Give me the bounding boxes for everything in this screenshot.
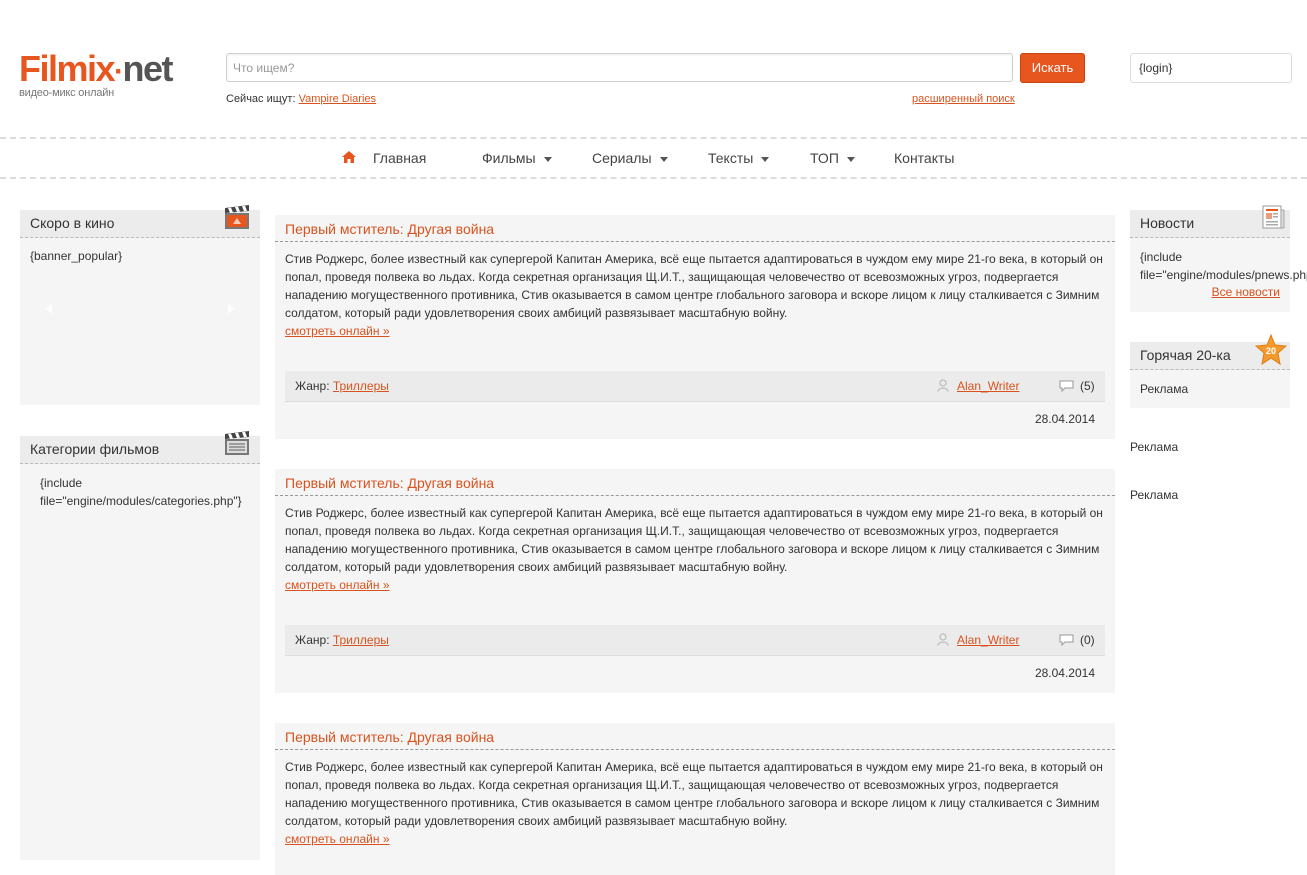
nav-item-home[interactable]: Главная xyxy=(373,150,426,166)
nav-divider-top xyxy=(0,137,1307,139)
advanced-search-link[interactable]: расширенный поиск xyxy=(912,93,1015,105)
post-card: Первый мститель: Другая война Стив Родже… xyxy=(275,469,1115,693)
watch-online-link[interactable]: смотреть онлайн » xyxy=(285,830,1105,848)
logo-text-net: net xyxy=(122,48,174,89)
coming-soon-title: Скоро в кино xyxy=(30,215,115,231)
post-card: Первый мститель: Другая война Стив Родже… xyxy=(275,723,1115,875)
post-date: 28.04.2014 xyxy=(1034,412,1095,426)
categories-body: {include file="engine/modules/categories… xyxy=(40,476,242,508)
arrow-left-icon[interactable] xyxy=(46,304,54,314)
now-searching-link[interactable]: Vampire Diaries xyxy=(299,93,376,105)
caret-down-icon xyxy=(659,156,668,162)
post-text: Стив Роджерс, более известный как суперг… xyxy=(275,496,1115,594)
hot-20-badge-text: 20 xyxy=(1266,346,1276,356)
news-block: Новости {include file="engine/modules/pn… xyxy=(1130,205,1307,312)
news-header: Новости xyxy=(1130,205,1290,238)
post-description: Стив Роджерс, более известный как суперг… xyxy=(285,506,1103,574)
now-searching: Сейчас ищут: Vampire Diaries xyxy=(226,93,376,105)
all-news-link[interactable]: Все новости xyxy=(1212,285,1280,299)
hot-20-block: Горячая 20-ка 20 Реклама xyxy=(1130,334,1290,408)
comment-count[interactable]: (0) xyxy=(1080,625,1095,655)
comment-count[interactable]: (5) xyxy=(1080,371,1095,401)
logo-dot: · xyxy=(114,55,124,88)
coming-soon-block: Скоро в кино {banner_popular} xyxy=(20,205,260,405)
author-link[interactable]: Alan_Writer xyxy=(957,371,1019,401)
now-searching-label: Сейчас ищут: xyxy=(226,93,296,105)
nav-item-texts[interactable]: Тексты xyxy=(708,150,770,166)
hot-20-ad: Реклама xyxy=(1140,382,1189,396)
caret-down-icon xyxy=(761,156,770,162)
post-title[interactable]: Первый мститель: Другая война xyxy=(275,215,1115,242)
hot-20-header: Горячая 20-ка 20 xyxy=(1130,334,1290,370)
author-link[interactable]: Alan_Writer xyxy=(957,625,1019,655)
post-date: 28.04.2014 xyxy=(1034,666,1095,680)
watch-online-link[interactable]: смотреть онлайн » xyxy=(285,322,1105,340)
user-icon xyxy=(937,379,949,392)
coming-soon-header: Скоро в кино xyxy=(20,205,260,238)
post-title[interactable]: Первый мститель: Другая война xyxy=(275,469,1115,496)
caret-down-icon xyxy=(846,156,855,162)
user-icon xyxy=(937,633,949,646)
post-genre: Жанр: Триллеры xyxy=(295,625,389,655)
post-title[interactable]: Первый мститель: Другая война xyxy=(275,723,1115,750)
news-title: Новости xyxy=(1140,215,1195,231)
comment-icon xyxy=(1059,380,1074,392)
site-logo[interactable]: Filmix·net видео-микс онлайн xyxy=(19,48,174,100)
nav-item-label: Контакты xyxy=(894,150,955,166)
caret-down-icon xyxy=(543,156,552,162)
nav-item-top[interactable]: ТОП xyxy=(810,150,855,166)
genre-label: Жанр: xyxy=(295,633,330,647)
nav-item-label: Фильмы xyxy=(482,150,536,166)
login-field[interactable]: {login} xyxy=(1130,53,1292,83)
search-button[interactable]: Искать xyxy=(1020,53,1085,83)
nav-item-label: ТОП xyxy=(810,150,839,166)
categories-header: Категории фильмов xyxy=(20,431,260,464)
hot-20-title: Горячая 20-ка xyxy=(1140,347,1231,363)
watch-online-link[interactable]: смотреть онлайн » xyxy=(285,576,1105,594)
clapperboard-icon xyxy=(225,205,249,229)
nav-item-label: Главная xyxy=(373,150,427,166)
genre-link[interactable]: Триллеры xyxy=(333,633,389,647)
news-icon xyxy=(1262,205,1285,229)
post-text: Стив Роджерс, более известный как суперг… xyxy=(275,242,1115,340)
clapperboard-icon xyxy=(225,431,249,455)
search-input[interactable] xyxy=(226,53,1013,82)
post-meta-bar: Жанр: Триллеры Alan_Writer (0) xyxy=(285,625,1105,656)
comment-icon xyxy=(1059,634,1074,646)
post-meta-bar: Жанр: Триллеры Alan_Writer (5) xyxy=(285,371,1105,402)
logo-text-filmix: Filmix xyxy=(19,48,116,89)
nav-item-label: Сериалы xyxy=(592,150,652,166)
categories-title: Категории фильмов xyxy=(30,441,160,457)
arrow-right-icon[interactable] xyxy=(226,304,234,314)
genre-link[interactable]: Триллеры xyxy=(333,379,389,393)
ad-block-1: Реклама xyxy=(1130,440,1179,454)
genre-label: Жанр: xyxy=(295,379,330,393)
news-body: {include file="engine/modules/pnews.php"… xyxy=(1140,250,1307,282)
ad-block-2: Реклама xyxy=(1130,488,1179,502)
post-description: Стив Роджерс, более известный как суперг… xyxy=(285,252,1103,320)
nav-item-series[interactable]: Сериалы xyxy=(592,150,668,166)
star-badge-icon: 20 xyxy=(1255,334,1287,366)
post-genre: Жанр: Триллеры xyxy=(295,371,389,401)
post-text: Стив Роджерс, более известный как суперг… xyxy=(275,750,1115,848)
nav-item-contacts[interactable]: Контакты xyxy=(894,150,954,166)
post-card: Первый мститель: Другая война Стив Родже… xyxy=(275,215,1115,439)
coming-soon-body: {banner_popular} xyxy=(30,249,123,263)
categories-block: Категории фильмов {include file="engine/… xyxy=(20,431,260,860)
nav-item-films[interactable]: Фильмы xyxy=(482,150,552,166)
home-icon xyxy=(342,151,356,163)
nav-item-label: Тексты xyxy=(708,150,754,166)
post-description: Стив Роджерс, более известный как суперг… xyxy=(285,760,1103,828)
nav-divider-bottom xyxy=(0,177,1307,179)
